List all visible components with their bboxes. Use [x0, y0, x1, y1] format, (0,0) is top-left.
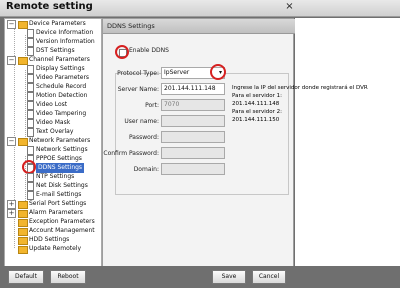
tree-section-label: Update Remotely [29, 245, 82, 252]
page-icon [27, 101, 34, 110]
collapse-icon[interactable]: − [7, 20, 16, 29]
close-icon[interactable]: × [284, 2, 295, 13]
tree-connector [25, 70, 26, 142]
panel-header: DDNS Settings [103, 19, 297, 34]
default-button[interactable]: Default [8, 270, 44, 284]
port-field[interactable]: 7070 [161, 99, 225, 111]
annotation-line: 201.144.111.150 [232, 117, 280, 123]
password-field[interactable] [161, 131, 225, 143]
user-name-label: User name: [124, 118, 159, 125]
ddns-settings-panel: DDNS Settings Enable DDNS Protocol Type:… [102, 18, 297, 268]
page-icon [27, 38, 34, 47]
annotation-note: Ingrese la IP del servidor donde registr… [232, 84, 368, 124]
folder-icon [18, 246, 28, 254]
annotation-line: Ingrese la IP del servidor donde registr… [232, 85, 368, 91]
expand-icon[interactable]: + [7, 200, 16, 209]
remote-setting-window: Remote setting × − Device Parameters Dev… [0, 0, 400, 288]
confirm-password-field[interactable] [161, 147, 225, 159]
user-name-field[interactable] [161, 115, 225, 127]
protocol-type-label: Protocol Type: [117, 70, 159, 77]
annotation-area [295, 18, 400, 266]
annotation-line: Para el servidor 2: [232, 109, 282, 115]
page-icon [27, 29, 34, 38]
folder-icon [18, 201, 28, 209]
highlight-circle [210, 64, 226, 80]
tree-connector [25, 35, 26, 59]
page-icon [27, 110, 34, 119]
collapse-icon[interactable]: − [7, 137, 16, 146]
annotation-line: Para el servidor 1: [232, 93, 282, 99]
folder-icon [18, 21, 28, 29]
settings-tree: − Device Parameters Device Information V… [4, 18, 102, 268]
page-icon [27, 146, 34, 155]
page-icon [27, 65, 34, 74]
folder-icon [18, 219, 28, 227]
expand-icon[interactable]: + [7, 209, 16, 218]
reboot-button[interactable]: Reboot [50, 270, 86, 284]
annotation-line: 201.144.111.148 [232, 101, 280, 107]
title-bar: Remote setting × [0, 0, 400, 17]
cancel-button[interactable]: Cancel [252, 270, 286, 284]
domain-label: Domain: [133, 166, 159, 173]
highlight-circle [22, 160, 36, 174]
domain-field[interactable] [161, 163, 225, 175]
confirm-password-label: Confirm Password: [103, 150, 159, 157]
page-icon [27, 182, 34, 191]
folder-icon [18, 210, 28, 218]
page-icon [27, 74, 34, 83]
folder-icon [18, 138, 28, 146]
highlight-circle [115, 45, 129, 59]
server-name-field[interactable]: 201.144.111.148 [161, 83, 225, 95]
window-title: Remote setting [6, 1, 93, 12]
save-button[interactable]: Save [212, 270, 246, 284]
server-name-label: Server Name: [117, 86, 159, 93]
folder-icon [18, 237, 28, 245]
page-icon [27, 119, 34, 128]
folder-icon [18, 228, 28, 236]
footer-bar: Default Reboot Save Cancel [0, 266, 295, 288]
collapse-icon[interactable]: − [7, 56, 16, 65]
port-label: Port: [145, 102, 159, 109]
folder-icon [18, 57, 28, 65]
page-icon [27, 173, 34, 182]
password-label: Password: [128, 134, 159, 141]
protocol-type-value: IpServer [164, 69, 190, 76]
enable-ddns-label: Enable DDNS [129, 47, 169, 54]
page-icon [27, 92, 34, 101]
page-icon [27, 83, 34, 92]
